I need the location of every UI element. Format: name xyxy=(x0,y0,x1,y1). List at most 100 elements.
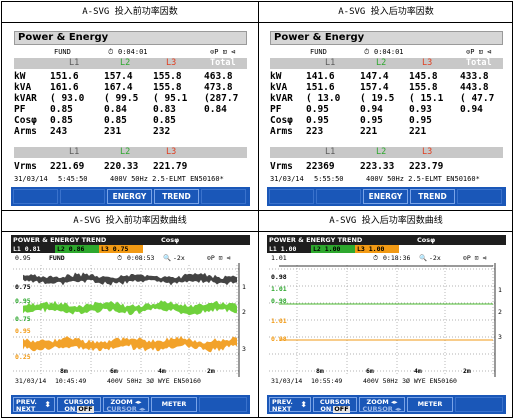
cursor-move-label: CURSOR ◂▸ xyxy=(106,405,146,413)
value-total: 463.8 xyxy=(204,71,233,82)
grid-divider-h1 xyxy=(2,22,512,23)
value-l1: ( 93.0 xyxy=(50,93,85,104)
cursor-toggle-button[interactable]: CURSOR ON OFF xyxy=(313,397,357,413)
row-label: PF xyxy=(270,104,282,115)
measure-row: kVAR ( 93.0 ( 99.5 ( 95.1 (287.7 xyxy=(14,93,247,104)
tab-value: 0.81 xyxy=(24,245,41,253)
value-l2: 147.4 xyxy=(360,71,389,82)
axis-tick-l3-top: 0.95 xyxy=(15,327,31,335)
softkey-energy[interactable]: ENERGY xyxy=(107,189,152,204)
softkey-empty[interactable] xyxy=(60,189,105,204)
time-tick: 2m xyxy=(463,367,471,375)
measure-row: kW 141.6 147.4 145.8 433.8 xyxy=(270,71,503,82)
phase-l1: L1 xyxy=(69,147,80,157)
softkey-bar: PREV. NEXT ⬍ CURSOR ON OFF ZOOM ◂▸ CURSOR ◂▸ MET… xyxy=(11,395,250,414)
measure-name: Cosφ xyxy=(161,236,180,244)
caption-before-curve: A-SVG 投入前功率因数曲线 xyxy=(73,216,187,226)
value-total: 443.8 xyxy=(460,82,489,93)
tab-l1[interactable]: L1 0.81 xyxy=(11,245,55,253)
supply-spec: 400V 50Hz 2.5-ELMT EN50160* xyxy=(110,175,224,183)
prev-next-button[interactable]: PREV. NEXT ⬍ xyxy=(269,397,311,413)
value-l2: 221 xyxy=(360,126,378,137)
softkey-energy[interactable]: ENERGY xyxy=(363,189,408,204)
value-l1: 151.6 xyxy=(50,71,79,82)
softkey-empty[interactable] xyxy=(455,397,503,412)
value-l3: 155.8 xyxy=(409,82,438,93)
measure-row: kVA 151.6 157.4 155.8 443.8 xyxy=(270,82,503,93)
value-l1: 22369 xyxy=(306,161,335,172)
softkey-trend[interactable]: TREND xyxy=(410,189,455,204)
date: 31/03/14 xyxy=(270,175,304,183)
vrms-row: Vrms 221.69 220.33 221.79 xyxy=(14,161,247,172)
softkey-trend[interactable]: TREND xyxy=(154,189,199,204)
value-l1: 221.69 xyxy=(50,161,85,172)
trend-status: 0.95 FUND ⏱ 0:08:53 🔍 -2x ⊙P ⊡ ⊲ xyxy=(11,253,250,263)
row-label: kW xyxy=(270,71,282,82)
cursor-toggle-button[interactable]: CURSOR ON OFF xyxy=(57,397,101,413)
trend-band-l3 xyxy=(23,335,237,353)
value-l3: 232 xyxy=(153,126,171,137)
caption-after-curve: A-SVG 投入后功率因数曲线 xyxy=(329,216,443,226)
softkey-empty[interactable] xyxy=(201,189,246,204)
phase-l3: L3 xyxy=(422,58,433,68)
softkey-empty[interactable] xyxy=(13,189,58,204)
zoom-cursor-button[interactable]: ZOOM ◂▸ CURSOR ◂▸ xyxy=(103,397,149,413)
tab-l2[interactable]: L2 0.86 xyxy=(55,245,99,253)
caption-before-pf: A-SVG 投入前功率因数 xyxy=(82,7,178,17)
measure-row: Cosφ 0.95 0.95 0.95 xyxy=(270,115,503,126)
prev-next-button[interactable]: PREV. NEXT ⬍ xyxy=(13,397,55,413)
row-label: kVAR xyxy=(14,93,37,104)
clock-icon: ⏱ xyxy=(108,48,114,56)
time-tick: 8m xyxy=(316,367,324,375)
footer-bar: 31/03/14 5:55:50 400V 50Hz 2.5-ELMT EN5016… xyxy=(270,174,503,184)
time-tick: 6m xyxy=(366,367,374,375)
status-icons: ⊙P ⊡ ⊲ xyxy=(210,48,236,56)
trend-footer: 31/03/14 10:55:49 400V 50Hz 3Ø WYE EN50160 xyxy=(267,377,506,395)
mode-label: FUND xyxy=(49,254,65,262)
softkey-bar: ENERGY TREND xyxy=(267,187,506,206)
phase-header-vrms: L1 L2 L3 xyxy=(14,147,247,158)
time: 5:45:50 xyxy=(58,175,88,183)
phase-l3: L3 xyxy=(422,147,433,157)
softkey-empty[interactable] xyxy=(269,189,314,204)
value-total: (287.7 xyxy=(204,93,239,104)
meter-button[interactable]: METER xyxy=(407,397,453,412)
time-tick: 6m xyxy=(110,367,118,375)
channel-marker-1: 1 xyxy=(498,286,502,294)
axis-tick-l1-top: 0.98 xyxy=(271,273,287,281)
softkey-empty[interactable] xyxy=(457,189,502,204)
value-l1: 223 xyxy=(306,126,324,137)
tab-l3[interactable]: L3 0.75 xyxy=(99,245,143,253)
measure-row: PF 0.85 0.84 0.83 0.84 xyxy=(14,104,247,115)
status-bar: FUND ⏱ 0:04:01 ⊙P ⊡ ⊲ xyxy=(270,47,503,57)
trend-footer: 31/03/14 10:45:49 400V 50Hz 3Ø WYE EN50160 xyxy=(11,377,250,395)
value-total: 0.94 xyxy=(460,104,483,115)
zoom-cursor-button[interactable]: ZOOM ◂▸ CURSOR ◂▸ xyxy=(359,397,405,413)
value-l2: 223.33 xyxy=(360,161,395,172)
row-label: kVA xyxy=(270,82,288,93)
tab-l3[interactable]: L3 1.00 xyxy=(355,245,399,253)
time: 5:55:50 xyxy=(314,175,344,183)
value-total: 433.8 xyxy=(460,71,489,82)
row-label: kW xyxy=(14,71,26,82)
softkey-empty[interactable] xyxy=(316,189,361,204)
value-l3: 0.93 xyxy=(409,104,432,115)
value-l2: ( 99.5 xyxy=(104,93,139,104)
trend-title: POWER & ENERGY TREND xyxy=(13,236,107,244)
phase-tabs: L1 1.00 L2 1.00 L3 1.00 xyxy=(267,245,506,253)
vrms-row: Vrms 22369 223.33 223.79 xyxy=(270,161,503,172)
value-total: 0.84 xyxy=(204,104,227,115)
tab-label: L3 xyxy=(101,245,109,253)
tab-label: L1 xyxy=(13,245,21,253)
axis-tick-l3-bot: 0.25 xyxy=(15,353,31,361)
value-l3: 145.8 xyxy=(409,71,438,82)
measure-row: Arms 243 231 232 xyxy=(14,126,247,137)
tab-l2[interactable]: L2 1.00 xyxy=(311,245,355,253)
softkey-empty[interactable] xyxy=(199,397,247,412)
trend-plot: 0.98 1.01 0.98 1.01 0.98 1 2 3 8m 6m 4m 2m xyxy=(267,263,506,377)
tab-l1[interactable]: L1 1.00 xyxy=(267,245,311,253)
value-l1: 161.6 xyxy=(50,82,79,93)
meter-button[interactable]: METER xyxy=(151,397,197,412)
screen-title: Power & Energy xyxy=(14,31,247,45)
value-l1: 243 xyxy=(50,126,68,137)
